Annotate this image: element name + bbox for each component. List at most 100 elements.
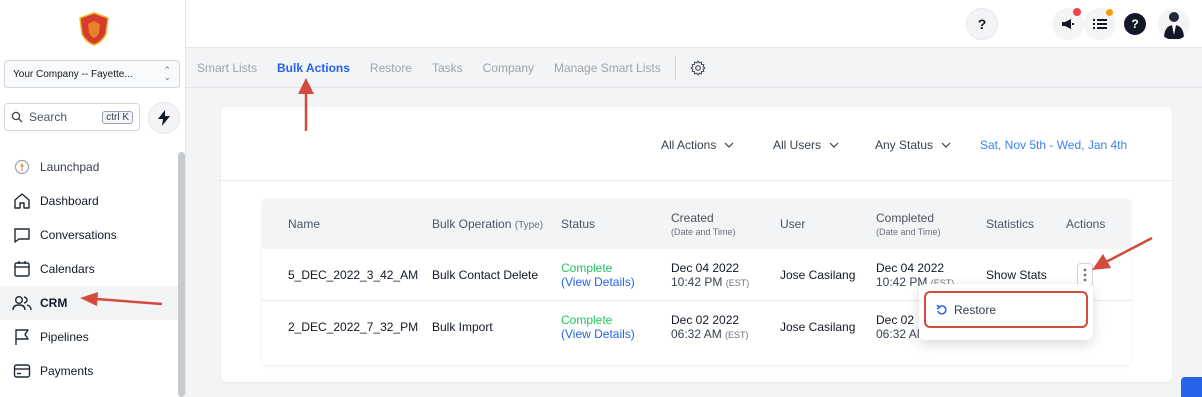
created-tz: (EST) [725, 330, 749, 340]
created-time: 10:42 PM [671, 275, 723, 289]
tab-manage-smart-lists[interactable]: Manage Smart Lists [554, 61, 661, 75]
header-label-type: (Type) [514, 220, 544, 231]
created-time-line: 10:42 PM (EST) [671, 275, 749, 289]
sidebar-scrollbar[interactable] [178, 152, 185, 397]
row-created: Dec 02 2022 06:32 AM (EST) [671, 301, 749, 353]
created-date: Dec 02 2022 [671, 313, 740, 327]
header-label: Name [288, 217, 321, 231]
gear-icon[interactable] [690, 59, 706, 76]
chevron-down-icon [941, 142, 951, 148]
sidebar-item-label: CRM [40, 296, 68, 310]
header-label: Completed [876, 211, 935, 225]
header-completed: Completed (Date and Time) [876, 199, 941, 249]
search-button[interactable]: Search ctrl K [4, 103, 140, 131]
company-name: Your Company -- Fayette... [13, 68, 133, 80]
header-created: Created (Date and Time) [671, 199, 736, 249]
sidebar-item-label: Payments [40, 364, 94, 378]
tab-smart-lists[interactable]: Smart Lists [197, 61, 257, 75]
chat-widget-button[interactable] [1181, 377, 1202, 397]
bulk-actions-panel: All Actions All Users Any Status Sat, No… [221, 107, 1172, 382]
notification-dot [1073, 8, 1081, 16]
sidebar-item-label: Calendars [40, 262, 95, 276]
bolt-icon [158, 110, 170, 126]
header-label: Actions [1066, 217, 1106, 231]
users-filter[interactable]: All Users [773, 138, 839, 152]
header-actions: Actions [1066, 199, 1105, 249]
status-complete: Complete [561, 261, 613, 275]
row-operation: Bulk Import [432, 320, 493, 334]
row-user: Jose Casilang [780, 268, 856, 282]
restore-menu-item[interactable]: Restore [924, 291, 1088, 328]
announcements-button[interactable] [1052, 8, 1084, 40]
row-created: Dec 04 2022 10:42 PM (EST) [671, 249, 749, 301]
undo-icon [936, 304, 947, 315]
megaphone-icon [1062, 19, 1074, 29]
date-range-picker[interactable]: Sat, Nov 5th - Wed, Jan 4th [980, 138, 1127, 152]
tab-tasks[interactable]: Tasks [432, 61, 463, 75]
header-statistics: Statistics [986, 199, 1034, 249]
header-sub: (Date and Time) [876, 227, 941, 237]
sidebar-item-pipelines[interactable]: Pipelines [0, 320, 178, 354]
sidebar-item-conversations[interactable]: Conversations [0, 218, 178, 252]
header-label: Bulk Operation (Type) [432, 217, 543, 231]
company-switcher[interactable]: Your Company -- Fayette... ⌃ ⌄ [4, 60, 180, 88]
header-sub: (Date and Time) [671, 227, 736, 237]
top-bar: ? ? [186, 0, 1202, 48]
row-name: 5_DEC_2022_3_42_AM [288, 268, 419, 282]
tasks-dot [1106, 9, 1113, 16]
table-header: Name Bulk Operation (Type) Status Create… [262, 199, 1131, 249]
chevron-down-icon [829, 142, 839, 148]
search-icon [11, 111, 23, 123]
calendar-icon [12, 259, 32, 279]
help-label: ? [977, 16, 987, 32]
support-button[interactable]: ? [1124, 13, 1146, 35]
filters-bar: All Actions All Users Any Status Sat, No… [221, 107, 1172, 181]
tab-restore[interactable]: Restore [370, 61, 412, 75]
crm-tabs: Smart Lists Bulk Actions Restore Tasks C… [186, 48, 1202, 88]
updown-chevron-icon: ⌃ ⌄ [163, 65, 171, 82]
launchpad-icon [12, 157, 32, 177]
sidebar-item-launchpad[interactable]: Launchpad [0, 150, 178, 184]
kebab-menu-icon [1083, 268, 1087, 282]
tasks-button[interactable] [1084, 8, 1116, 40]
header-label-text: Bulk Operation [432, 217, 512, 231]
sidebar-item-dashboard[interactable]: Dashboard [0, 184, 178, 218]
sidebar-item-label: Conversations [40, 228, 117, 242]
header-label: User [780, 217, 806, 231]
header-status: Status [561, 199, 595, 249]
sidebar-item-label: Dashboard [40, 194, 99, 208]
sidebar-item-payments[interactable]: Payments [0, 354, 178, 388]
row-operation: Bulk Contact Delete [432, 268, 539, 282]
row-user: Jose Casilang [780, 320, 856, 334]
row-actions-menu: Restore [919, 284, 1093, 340]
search-label: Search [29, 110, 68, 124]
card-icon [12, 361, 32, 381]
tab-company[interactable]: Company [483, 61, 534, 75]
created-date: Dec 04 2022 [671, 261, 740, 275]
header-label: Created [671, 211, 714, 225]
sidebar: Your Company -- Fayette... ⌃ ⌄ Search ctr… [0, 0, 186, 397]
tab-bulk-actions[interactable]: Bulk Actions [277, 61, 350, 75]
created-time: 06:32 AM [671, 327, 722, 341]
chevron-down-icon [724, 142, 734, 148]
avatar-icon [1164, 12, 1184, 39]
users-filter-label: All Users [773, 138, 822, 152]
header-name: Name [288, 199, 320, 249]
sidebar-item-crm[interactable]: CRM [0, 286, 178, 320]
help-button[interactable]: ? [966, 8, 998, 40]
restore-label: Restore [954, 302, 997, 317]
view-details-link[interactable]: (View Details) [561, 275, 635, 289]
actions-filter[interactable]: All Actions [661, 138, 734, 152]
header-label: Status [561, 217, 596, 231]
quick-actions-button[interactable] [148, 102, 180, 134]
list-icon [1093, 19, 1107, 29]
status-filter-label: Any Status [875, 138, 934, 152]
status-filter[interactable]: Any Status [875, 138, 951, 152]
user-avatar[interactable] [1158, 8, 1190, 40]
company-logo-icon[interactable] [78, 12, 110, 46]
sidebar-item-calendars[interactable]: Calendars [0, 252, 178, 286]
view-details-link[interactable]: (View Details) [561, 327, 635, 341]
status-complete: Complete [561, 313, 613, 327]
search-shortcut: ctrl K [102, 110, 133, 124]
row-status: Complete (View Details) [561, 249, 635, 301]
